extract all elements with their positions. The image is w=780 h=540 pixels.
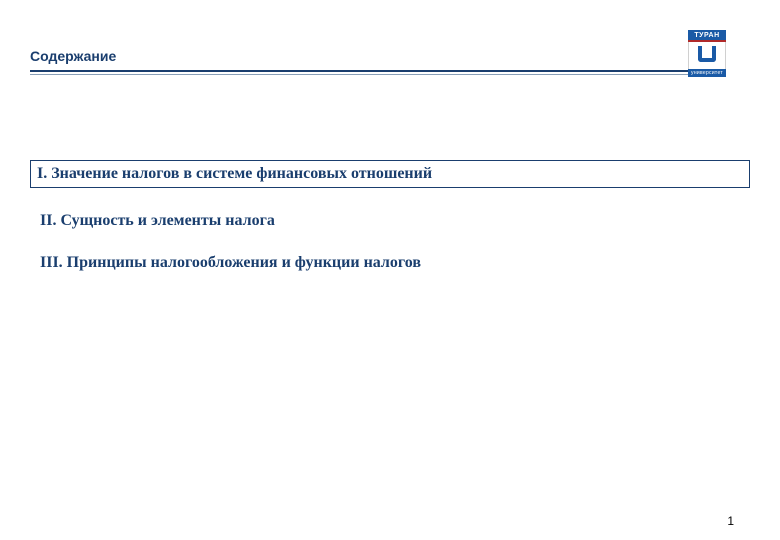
slide-title: Содержание [30, 48, 720, 64]
page-number: 1 [727, 514, 734, 528]
toc-item-3: III. Принципы налогообложения и функции … [40, 254, 750, 272]
header-rule [30, 70, 720, 75]
logo-top-label: ТУРАН [688, 30, 726, 42]
turan-logo: ТУРАН университет [688, 30, 726, 77]
slide-header: Содержание [30, 48, 720, 75]
toc-item-1-box: I. Значение налогов в системе финансовых… [30, 160, 750, 188]
toc-item-2: II. Сущность и элементы налога [40, 212, 750, 230]
toc-list: I. Значение налогов в системе финансовых… [30, 160, 750, 296]
logo-bottom-label: университет [688, 69, 726, 77]
toc-item-1: I. Значение налогов в системе финансовых… [37, 165, 743, 183]
logo-u-icon [688, 42, 726, 69]
